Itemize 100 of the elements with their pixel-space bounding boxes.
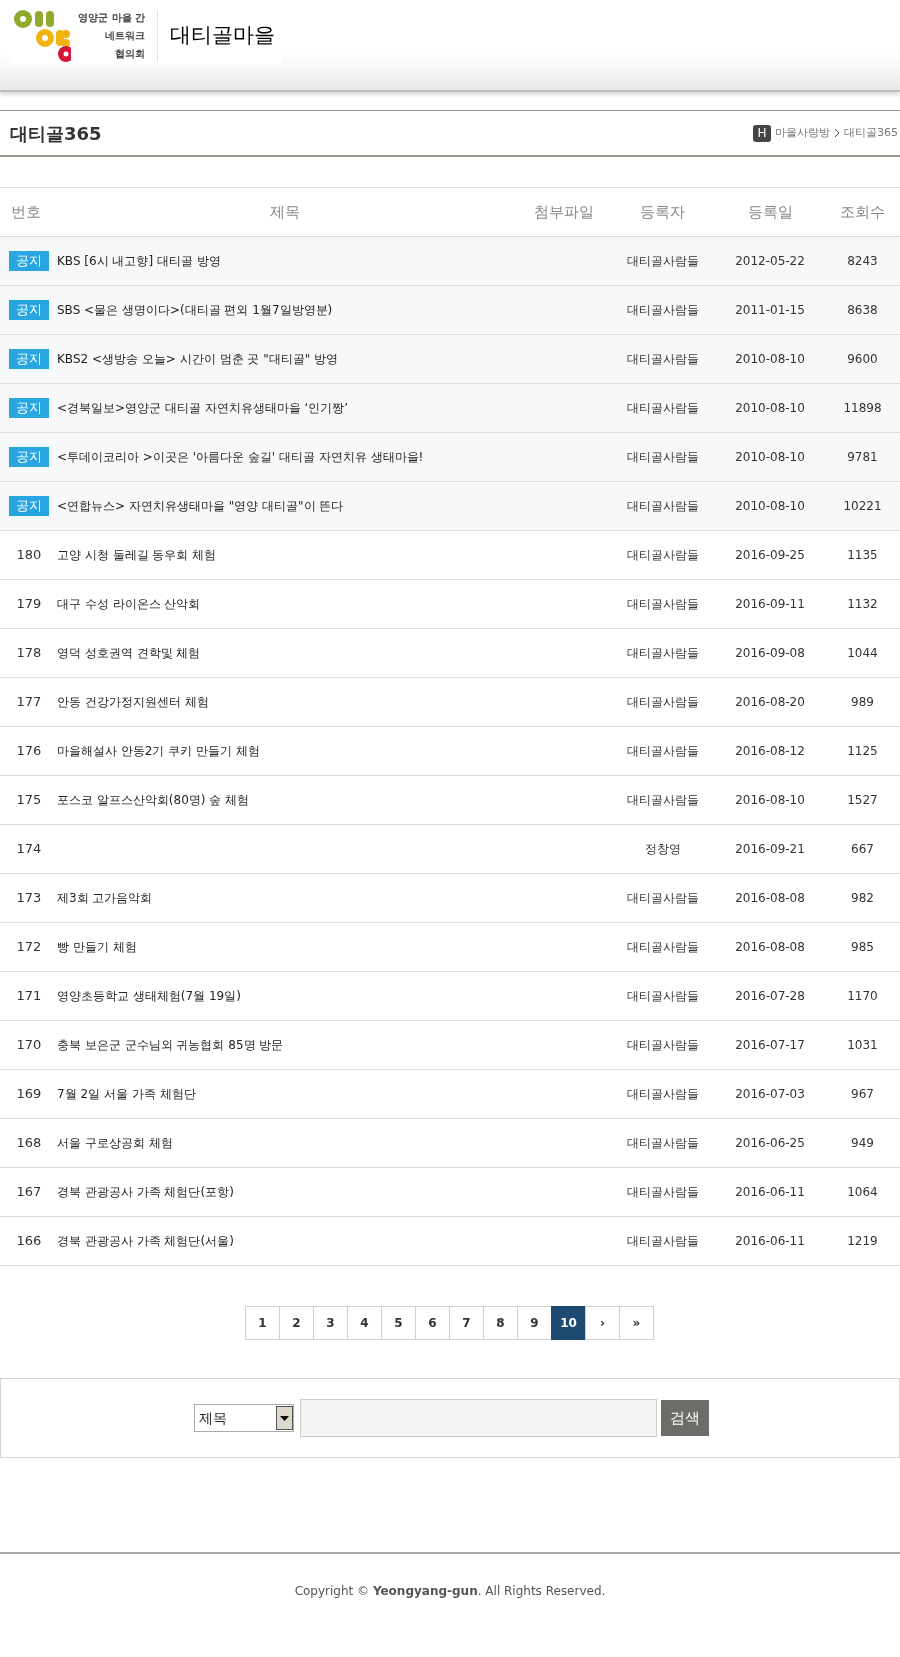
page-link[interactable]: 4	[347, 1306, 382, 1340]
author-text: 대티골사람들	[626, 450, 699, 464]
author-text: 대티골사람들	[626, 1185, 699, 1199]
page-link[interactable]: 9	[517, 1306, 552, 1340]
post-title-link[interactable]: 7월 2일 서울 가족 체험단	[57, 1087, 196, 1101]
post-number: 173	[16, 890, 42, 906]
post-title-link[interactable]: 충북 보은군 군수님외 귀농협회 85명 방문	[57, 1038, 284, 1052]
post-title-link[interactable]: 제3회 고가음악회	[57, 891, 153, 905]
author-text: 대티골사람들	[626, 646, 699, 660]
notice-badge: 공지	[9, 251, 49, 271]
author-text: 대티골사람들	[626, 597, 699, 611]
post-title-link[interactable]: 영양초등학교 생태체험(7월 19일)	[57, 989, 241, 1003]
author-text: 대티골사람들	[626, 352, 699, 366]
breadcrumb-link[interactable]: 마을사랑방	[775, 124, 830, 142]
date-text: 2016-06-11	[735, 1185, 805, 1199]
post-title-link[interactable]: SBS <물은 생명이다>(대티골 편외 1월7일방영분)	[57, 303, 333, 317]
author-text: 대티골사람들	[626, 303, 699, 317]
post-title-link[interactable]: <투데이코리아 >이곳은 '아름다운 숲길' 대티골 자연치유 생태마을!	[57, 450, 424, 464]
view-count: 1135	[847, 548, 878, 562]
post-title-link[interactable]: KBS2 <생방송 오늘> 시간이 멈춘 곳 "대티골" 방영	[57, 352, 338, 366]
view-count: 985	[851, 940, 874, 954]
view-count: 11898	[843, 401, 882, 415]
site-title[interactable]: 대티골마을	[170, 20, 275, 52]
view-count: 949	[851, 1136, 874, 1150]
home-badge[interactable]: H	[753, 124, 771, 142]
author-text: 대티골사람들	[626, 891, 699, 905]
post-title-link[interactable]: <연합뉴스> 자연치유생태마을 "영양 대티골"이 뜬다	[57, 499, 344, 513]
date-text: 2016-06-11	[735, 1234, 805, 1248]
post-title-link[interactable]: 마을해설사 안동2기 쿠키 만들기 체험	[57, 744, 260, 758]
view-count: 1170	[847, 989, 878, 1003]
copyright-text: Copyright © Yeongyang-gun. All Rights Reserved.	[294, 1584, 606, 1598]
notice-badge: 공지	[9, 496, 49, 516]
date-text: 2016-08-20	[735, 695, 805, 709]
date-text: 2016-08-10	[735, 793, 805, 807]
field-select[interactable]: 제목	[194, 1404, 294, 1432]
date-text: 2012-05-22	[735, 254, 805, 268]
date-text: 2016-08-08	[735, 940, 805, 954]
page-link[interactable]: 1	[245, 1306, 280, 1340]
author-text: 대티골사람들	[626, 1087, 699, 1101]
view-count: 989	[851, 695, 874, 709]
post-number: 176	[16, 743, 42, 759]
page-link[interactable]: »	[619, 1306, 654, 1340]
post-title-link[interactable]: <경북일보>영양군 대티골 자연치유생태마을 ‘인기짱’	[57, 401, 349, 415]
post-number: 175	[16, 792, 42, 808]
author-text: 정창영	[644, 842, 681, 856]
date-text: 2011-01-15	[735, 303, 805, 317]
page-link[interactable]: 3	[313, 1306, 348, 1340]
author-text: 대티골사람들	[626, 793, 699, 807]
breadcrumb-link[interactable]: 대티골365	[844, 124, 898, 142]
author-text: 대티골사람들	[626, 940, 699, 954]
post-number: 179	[16, 596, 42, 612]
post-number: 167	[16, 1184, 42, 1200]
page-link[interactable]: ›	[585, 1306, 620, 1340]
column-header: 첨부파일	[534, 202, 594, 221]
view-count: 1064	[847, 1185, 878, 1199]
page-link[interactable]: 8	[483, 1306, 518, 1340]
page-link[interactable]: 10	[551, 1306, 586, 1340]
date-text: 2016-06-25	[735, 1136, 805, 1150]
post-title-link[interactable]: 영덕 성호권역 견학및 체험	[57, 646, 201, 660]
post-number: 178	[16, 645, 42, 661]
view-count: 10221	[843, 499, 882, 513]
page-link[interactable]: 6	[415, 1306, 450, 1340]
column-header: 번호	[11, 202, 41, 221]
author-text: 대티골사람들	[626, 254, 699, 268]
page-link[interactable]: 5	[381, 1306, 416, 1340]
date-text: 2016-09-08	[735, 646, 805, 660]
page-link[interactable]: 2	[279, 1306, 314, 1340]
column-header: 제목	[270, 202, 300, 221]
post-title-link[interactable]: 경북 관광공사 가족 체험단(서울)	[57, 1234, 234, 1248]
post-title-link[interactable]: KBS [6시 내고향] 대티골 방영	[57, 254, 221, 268]
post-title-link[interactable]: 고양 시청 둘레길 동우회 체험	[57, 548, 217, 562]
view-count: 1132	[847, 597, 878, 611]
author-text: 대티골사람들	[626, 1234, 699, 1248]
page-link[interactable]: 7	[449, 1306, 484, 1340]
date-text: 2016-08-12	[735, 744, 805, 758]
author-text: 대티골사람들	[626, 744, 699, 758]
post-title-link[interactable]: 서울 구로상공회 체험	[57, 1136, 173, 1150]
date-text: 2010-08-10	[735, 352, 805, 366]
post-number: 168	[16, 1135, 42, 1151]
view-count: 1031	[847, 1038, 878, 1052]
post-title-link[interactable]: 안동 건강가정지원센터 체험	[57, 695, 209, 709]
view-count: 1527	[847, 793, 878, 807]
post-title-link[interactable]: 경북 관광공사 가족 체험단(포항)	[57, 1185, 234, 1199]
view-count: 967	[851, 1087, 874, 1101]
date-text: 2010-08-10	[735, 401, 805, 415]
post-number: 172	[16, 939, 42, 955]
post-title-link[interactable]: 포스코 알프스산악회(80명) 숲 체험	[57, 793, 250, 807]
post-title-link[interactable]: 빵 만들기 체험	[57, 940, 137, 954]
author-text: 대티골사람들	[626, 401, 699, 415]
date-text: 2010-08-10	[735, 499, 805, 513]
view-count: 667	[851, 842, 874, 856]
view-count: 1044	[847, 646, 878, 660]
post-title-link[interactable]: 대구 수성 라이온스 산악회	[57, 597, 201, 611]
author-text: 대티골사람들	[626, 989, 699, 1003]
search-button[interactable]: 검색	[661, 1400, 709, 1436]
date-text: 2016-09-11	[735, 597, 805, 611]
date-text: 2016-09-21	[735, 842, 805, 856]
logo-text: 네트워크	[105, 29, 145, 43]
author-text: 대티골사람들	[626, 1136, 699, 1150]
notice-badge: 공지	[9, 398, 49, 418]
